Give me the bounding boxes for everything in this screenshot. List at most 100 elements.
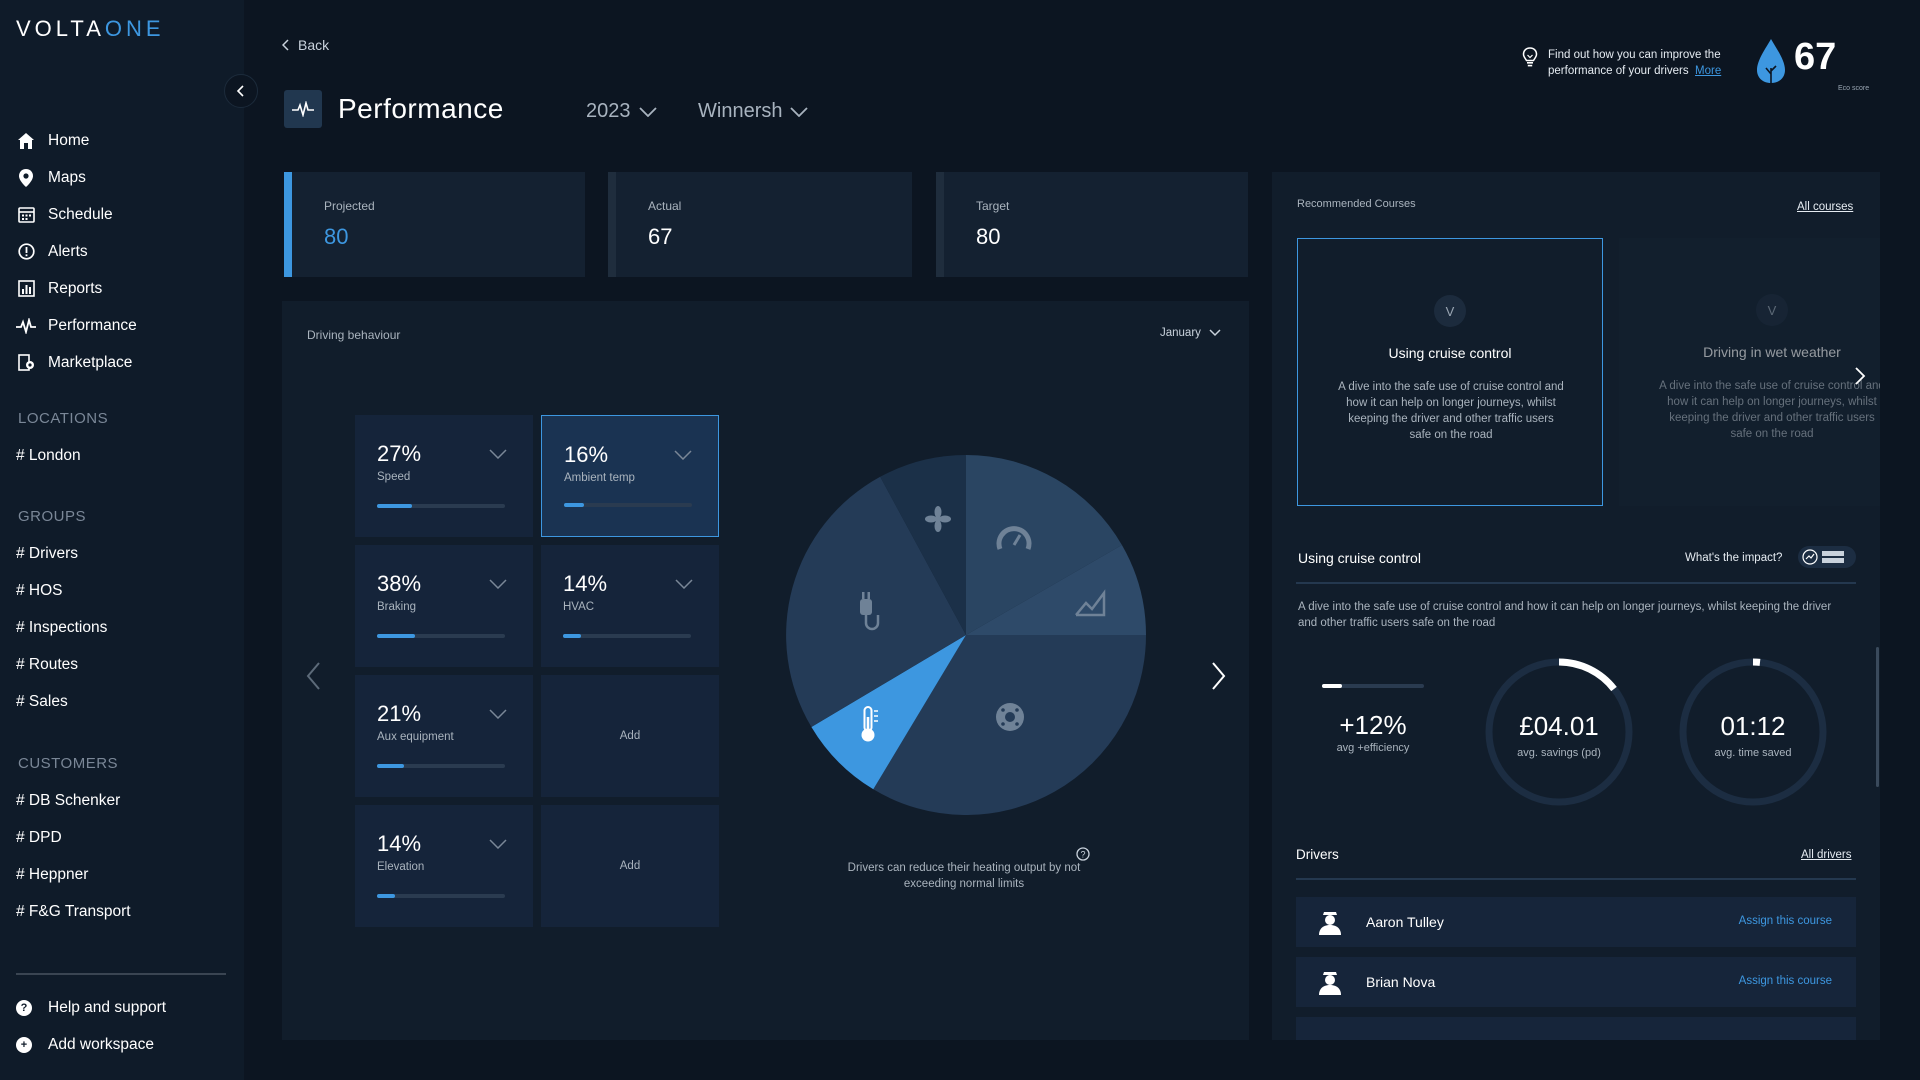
- chevron-down-icon[interactable]: [489, 579, 507, 589]
- nav-label: Schedule: [48, 205, 113, 223]
- driving-behaviour-panel: Driving behaviour January 27% Speed 16% …: [282, 301, 1249, 1040]
- group-item[interactable]: # Inspections: [16, 609, 107, 646]
- efficiency-fill: [1322, 684, 1342, 688]
- lightbulb-icon: [1522, 47, 1538, 67]
- nav-label: Reports: [48, 279, 103, 297]
- nav-item-reports[interactable]: Reports: [16, 270, 137, 307]
- detail-divider: [1296, 582, 1856, 584]
- groups-title: GROUPS: [18, 508, 87, 525]
- next-arrow-icon[interactable]: [1210, 661, 1226, 691]
- nav-item-performance[interactable]: Performance: [16, 307, 137, 344]
- nav-label: Marketplace: [48, 353, 133, 371]
- kpi-accent-bar: [284, 172, 292, 277]
- chevron-down-icon: [638, 106, 657, 117]
- chevron-down-icon[interactable]: [489, 709, 507, 719]
- customers-list: # DB Schenker # DPD # Heppner # F&G Tran…: [16, 782, 131, 930]
- help-icon: ?: [16, 1000, 32, 1016]
- app-root: VOLTAONE Home Maps Schedule Alerts Repor…: [0, 0, 1920, 1080]
- factor-percent: 14%: [377, 831, 422, 856]
- assign-course-link[interactable]: Assign this course: [1739, 915, 1832, 927]
- course-title: Driving in wet weather: [1703, 344, 1841, 360]
- year-dropdown[interactable]: 2023: [586, 100, 657, 123]
- pulse-icon: [16, 316, 36, 336]
- factor-progress-fill: [377, 894, 395, 898]
- driver-row[interactable]: Brian Nova Assign this course: [1296, 957, 1856, 1007]
- group-item[interactable]: # Sales: [16, 683, 107, 720]
- add-workspace-label: Add workspace: [48, 1036, 154, 1053]
- courses-next-arrow-icon[interactable]: [1854, 366, 1866, 386]
- course-detail-title: Using cruise control: [1298, 550, 1421, 566]
- efficiency-label: avg +efficiency: [1336, 742, 1410, 754]
- efficiency-track: [1322, 684, 1424, 688]
- group-item[interactable]: # Routes: [16, 646, 107, 683]
- depot-dropdown[interactable]: Winnersh: [698, 100, 809, 123]
- eco-score-value: 67: [1794, 36, 1837, 78]
- recommended-courses-panel: Recommended Courses All courses V Using …: [1272, 172, 1880, 1040]
- add-workspace-link[interactable]: + Add workspace: [16, 1036, 154, 1054]
- collapse-sidebar-button[interactable]: [224, 74, 258, 108]
- factor-tile-hvac[interactable]: 14% HVAC: [541, 545, 719, 667]
- all-courses-link[interactable]: All courses: [1797, 201, 1853, 213]
- nav-item-schedule[interactable]: Schedule: [16, 196, 137, 233]
- tip-more-link[interactable]: More: [1695, 65, 1721, 77]
- savings-gauge: £04.01 avg. savings (pd): [1483, 656, 1635, 808]
- customer-item[interactable]: # Heppner: [16, 856, 131, 893]
- customers-title: CUSTOMERS: [18, 755, 119, 772]
- group-item[interactable]: # Drivers: [16, 535, 107, 572]
- factor-tile-speed[interactable]: 27% Speed: [355, 415, 533, 537]
- chevron-down-icon[interactable]: [674, 450, 692, 460]
- course-card-cruise-control[interactable]: V Using cruise control A dive into the s…: [1297, 238, 1603, 506]
- logo[interactable]: VOLTAONE: [16, 16, 165, 42]
- driving-behaviour-title: Driving behaviour: [307, 328, 401, 342]
- panel-scrollbar[interactable]: [1876, 647, 1879, 787]
- factor-progress-fill: [563, 634, 581, 638]
- factor-tile-aux-equipment[interactable]: 21% Aux equipment: [355, 675, 533, 797]
- factor-tile-elevation[interactable]: 14% Elevation: [355, 805, 533, 927]
- time-saved-label: avg. time saved: [1714, 747, 1792, 759]
- nav-item-alerts[interactable]: Alerts: [16, 233, 137, 270]
- factor-tile-ambient-temp[interactable]: 16% Ambient temp: [541, 415, 719, 537]
- nav-item-marketplace[interactable]: Marketplace: [16, 344, 137, 381]
- chevron-down-icon[interactable]: [675, 579, 693, 589]
- chevron-left-icon: [236, 85, 244, 97]
- tip-text-2: performance of your drivers: [1548, 65, 1689, 77]
- course-card-wet-weather[interactable]: V Driving in wet weather A dive into the…: [1619, 238, 1880, 506]
- map-pin-icon: [16, 168, 36, 188]
- factor-tile-braking[interactable]: 38% Braking: [355, 545, 533, 667]
- factor-progress-track: [377, 764, 505, 768]
- factor-progress-track: [564, 503, 692, 507]
- month-dropdown[interactable]: January: [1160, 327, 1221, 339]
- sidebar: VOLTAONE Home Maps Schedule Alerts Repor…: [0, 0, 244, 1080]
- info-icon[interactable]: ?: [1076, 847, 1090, 861]
- factor-name: Ambient temp: [564, 472, 635, 484]
- calendar-icon: [16, 205, 36, 225]
- location-item[interactable]: # London: [16, 437, 81, 474]
- back-button[interactable]: Back: [282, 37, 329, 53]
- chevron-down-icon[interactable]: [489, 449, 507, 459]
- add-factor-tile[interactable]: Add: [541, 805, 719, 927]
- svg-text:?: ?: [1080, 850, 1085, 860]
- customer-item[interactable]: # DPD: [16, 819, 131, 856]
- all-drivers-link[interactable]: All drivers: [1801, 849, 1851, 861]
- impact-label: What's the impact?: [1685, 552, 1783, 564]
- nav-item-maps[interactable]: Maps: [16, 159, 137, 196]
- course-description: A dive into the safe use of cruise contr…: [1338, 381, 1564, 441]
- prev-arrow-icon[interactable]: [306, 661, 322, 691]
- customer-item[interactable]: # DB Schenker: [16, 782, 131, 819]
- driver-row[interactable]: Aaron Tulley Assign this course: [1296, 897, 1856, 947]
- factor-name: HVAC: [563, 601, 595, 613]
- group-item[interactable]: # HOS: [16, 572, 107, 609]
- nav-item-home[interactable]: Home: [16, 122, 137, 159]
- factor-percent: 16%: [564, 442, 609, 467]
- groups-list: # Drivers # HOS # Inspections # Routes #…: [16, 535, 107, 720]
- kpi-accent-bar: [608, 172, 616, 277]
- chevron-down-icon[interactable]: [489, 839, 507, 849]
- net-zero-toggle[interactable]: [1798, 546, 1856, 568]
- assign-course-link[interactable]: Assign this course: [1739, 975, 1832, 987]
- add-factor-tile[interactable]: Add: [541, 675, 719, 797]
- help-support-link[interactable]: ? Help and support: [16, 999, 166, 1017]
- customer-item[interactable]: # F&G Transport: [16, 893, 131, 930]
- eco-score-widget[interactable]: 67: [1756, 38, 1836, 92]
- driver-row[interactable]: [1296, 1017, 1856, 1040]
- factor-progress-fill: [377, 764, 404, 768]
